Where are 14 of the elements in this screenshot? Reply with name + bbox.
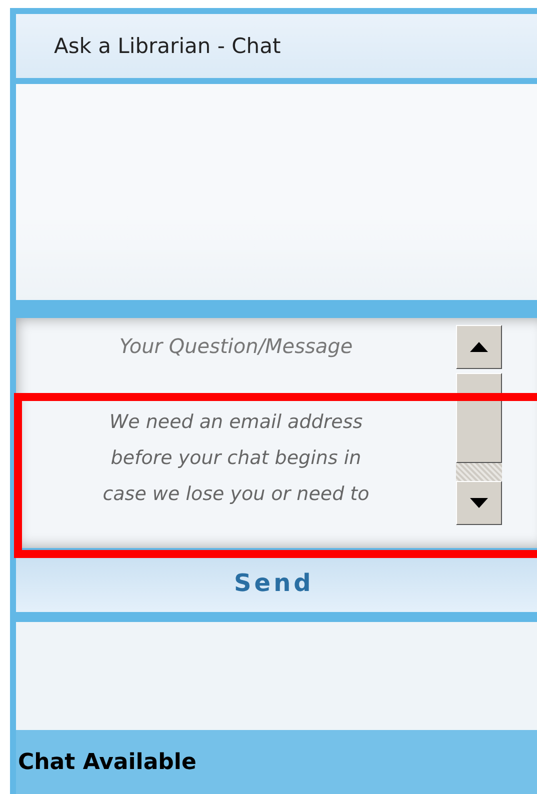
field-label: Your Question/Message xyxy=(119,334,353,358)
down-arrow-icon xyxy=(470,498,488,508)
up-arrow-icon xyxy=(470,342,488,352)
scroll-down-button[interactable] xyxy=(456,481,502,525)
scroll-thumb[interactable] xyxy=(456,373,502,463)
scrollbar[interactable] xyxy=(456,325,502,525)
status-text: Chat Available xyxy=(18,750,196,774)
message-field[interactable]: Your Question/Message We need an email address before your chat begins in case we lose you or need to xyxy=(16,318,537,548)
message-text-line: We need an email address xyxy=(109,410,363,435)
scroll-track[interactable] xyxy=(456,463,502,481)
message-text-line: before your chat begins in xyxy=(110,446,362,471)
window-title: Ask a Librarian - Chat xyxy=(54,34,281,58)
message-text-line: case we lose you or need to xyxy=(102,482,370,507)
scroll-up-button[interactable] xyxy=(456,325,502,369)
